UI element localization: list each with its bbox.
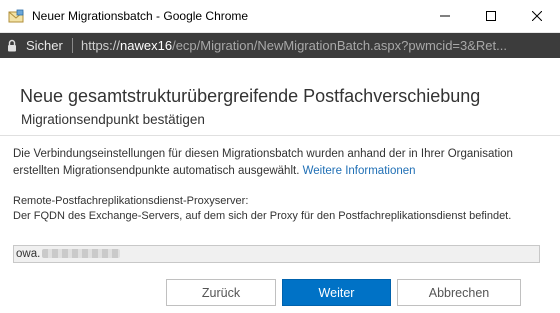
more-info-link[interactable]: Weitere Informationen — [303, 165, 416, 177]
cancel-button[interactable]: Abbrechen — [397, 279, 521, 306]
mail-icon — [8, 9, 24, 25]
url-host: nawex16 — [120, 38, 173, 53]
proxy-label-description: Der FQDN des Exchange-Servers, auf dem s… — [13, 209, 512, 222]
window-titlebar: Neuer Migrationsbatch - Google Chrome — [0, 0, 560, 33]
close-icon — [532, 11, 542, 21]
page-title: Neue gesamtstrukturübergreifende Postfac… — [20, 86, 481, 106]
page-subtitle: Migrationsendpunkt bestätigen — [21, 112, 205, 127]
back-button[interactable]: Zurück — [166, 279, 276, 306]
close-button[interactable] — [514, 0, 560, 32]
next-button[interactable]: Weiter — [282, 279, 391, 306]
url-path: /ecp/Migration/NewMigrationBatch.aspx?pw… — [172, 38, 507, 53]
proxy-label-title: Remote-Postfachreplikationsdienst-Proxys… — [13, 195, 249, 207]
secure-label[interactable]: Sicher — [26, 38, 63, 53]
address-separator — [72, 38, 73, 53]
intro-text: Die Verbindungseinstellungen für diesen … — [13, 146, 553, 180]
redacted-hostname — [42, 249, 120, 258]
proxy-field-label: Remote-Postfachreplikationsdienst-Proxys… — [13, 194, 553, 223]
address-bar[interactable]: Sicher https://nawex16/ecp/Migration/New… — [0, 33, 560, 58]
url-scheme: https:// — [81, 38, 121, 53]
minimize-button[interactable] — [422, 0, 468, 32]
header-divider — [0, 135, 560, 136]
window-title: Neuer Migrationsbatch - Google Chrome — [32, 9, 249, 23]
maximize-button[interactable] — [468, 0, 514, 32]
intro-body: Die Verbindungseinstellungen für diesen … — [13, 148, 513, 177]
lock-icon[interactable] — [7, 39, 17, 52]
url-text[interactable]: https://nawex16/ecp/Migration/NewMigrati… — [81, 38, 556, 53]
